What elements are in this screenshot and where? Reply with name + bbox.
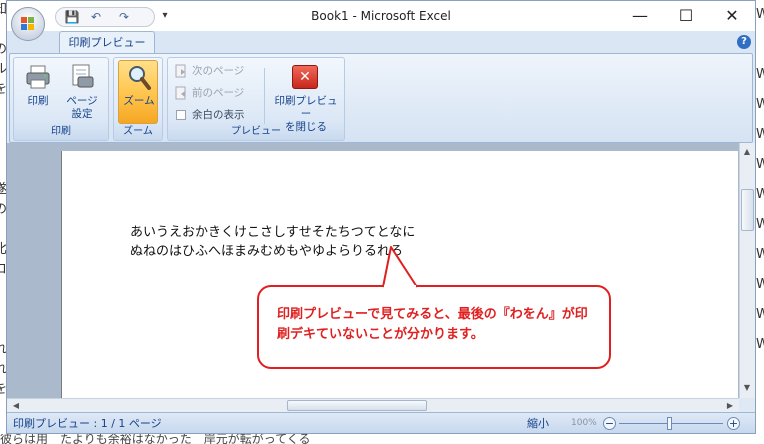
save-icon[interactable]: 💾 xyxy=(64,10,80,24)
page-setup-label: ページ 設定 xyxy=(66,95,98,120)
quick-access-toolbar: 💾 ↶ ↷ xyxy=(55,7,155,27)
background-document-right: WWWWWWWWWWW xyxy=(756,0,764,444)
close-preview-button[interactable]: ✕ 印刷プレビュー を閉じる xyxy=(275,61,338,133)
prev-page-label: 前のページ xyxy=(192,87,245,99)
preview-group-separator xyxy=(264,68,265,124)
excel-window: Book1 - Microsoft Excel 💾 ↶ ↷ ▾ — ☐ ✕ 印刷… xyxy=(6,0,756,434)
close-window-button[interactable]: ✕ xyxy=(709,1,755,31)
annotation-callout: 印刷プレビューで見てみると、最後の『わをん』が印刷デキていないことが分かります。 xyxy=(257,285,611,369)
next-page-icon xyxy=(175,64,186,78)
document-line-1: あいうえおかきくけこさしすせそたちつてとなに xyxy=(130,225,416,240)
horizontal-scroll-thumb[interactable] xyxy=(287,400,427,411)
zoom-label: ズーム xyxy=(123,95,155,107)
print-button[interactable]: 印刷 xyxy=(20,61,56,123)
customize-qat-button[interactable]: ▾ xyxy=(159,7,171,25)
page-setup-icon xyxy=(72,64,94,88)
print-group-label: 印刷 xyxy=(51,126,71,137)
redo-icon[interactable]: ↷ xyxy=(116,10,132,24)
office-logo-icon xyxy=(21,17,35,31)
zoom-group: ズーム ズーム xyxy=(113,57,163,141)
horizontal-scrollbar[interactable]: ◀ ▶ xyxy=(7,398,739,412)
document-line-2: ぬねのはひふへほまみむめもやゆよらりるれろ xyxy=(130,244,404,259)
zoom-percent[interactable]: 100% xyxy=(571,413,597,433)
help-icon[interactable]: ? xyxy=(737,35,751,49)
ribbon: 印刷 ページ 設定 印刷 ズーム ズーム 次のページ 前のページ 余白の表示 ✕… xyxy=(9,53,753,143)
scroll-down-icon[interactable]: ▼ xyxy=(740,381,754,395)
minimize-button[interactable]: — xyxy=(617,1,663,31)
show-margins-label: 余白の表示 xyxy=(192,109,245,121)
callout-tail xyxy=(382,246,418,289)
printer-icon xyxy=(26,65,50,89)
scroll-right-icon[interactable]: ▶ xyxy=(723,399,737,413)
maximize-button[interactable]: ☐ xyxy=(663,1,709,31)
vertical-scrollbar[interactable]: ▲ ▼ xyxy=(739,143,755,398)
zoom-plus-icon[interactable]: + xyxy=(727,417,740,430)
background-document-bottom: 彼らは用 たよりも余裕はなかった 岸元が転がってくる xyxy=(0,434,764,444)
zoom-minus-icon[interactable]: − xyxy=(603,417,616,430)
next-page-label: 次のページ xyxy=(192,65,245,77)
close-preview-icon: ✕ xyxy=(292,65,318,89)
zoom-button[interactable]: ズーム xyxy=(118,60,158,124)
preview-group-label: プレビュー xyxy=(231,126,281,137)
vertical-scroll-thumb[interactable] xyxy=(741,189,754,231)
undo-icon[interactable]: ↶ xyxy=(88,10,104,24)
status-bar: 印刷プレビュー : 1 / 1 ページ 縮小 100% − + xyxy=(7,412,755,433)
title-bar[interactable]: Book1 - Microsoft Excel 💾 ↶ ↷ ▾ — ☐ ✕ xyxy=(7,1,755,31)
scroll-left-icon[interactable]: ◀ xyxy=(9,399,23,413)
preview-group: 次のページ 前のページ 余白の表示 ✕ 印刷プレビュー を閉じる プレビュー xyxy=(167,57,345,141)
prev-page-icon xyxy=(175,86,186,100)
checkbox-box[interactable] xyxy=(176,110,186,120)
office-button[interactable] xyxy=(11,7,45,41)
callout-text: 印刷プレビューで見てみると、最後の『わをん』が印刷デキていないことが分かります。 xyxy=(277,307,588,342)
print-group: 印刷 ページ 設定 印刷 xyxy=(13,57,109,141)
zoom-out-label[interactable]: 縮小 xyxy=(527,413,549,433)
status-text: 印刷プレビュー : 1 / 1 ページ xyxy=(13,417,162,430)
zoom-slider-thumb[interactable] xyxy=(667,417,672,430)
scroll-up-icon[interactable]: ▲ xyxy=(740,145,754,159)
zoom-group-label: ズーム xyxy=(123,126,153,137)
page-setup-button[interactable]: ページ 設定 xyxy=(64,61,100,123)
tab-print-preview[interactable]: 印刷プレビュー xyxy=(59,31,155,54)
magnifier-icon xyxy=(129,66,151,90)
